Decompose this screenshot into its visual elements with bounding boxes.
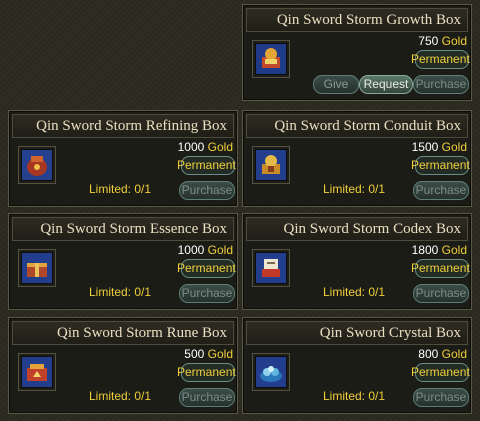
purchase-limit: Limited: 0/1: [89, 182, 152, 196]
request-button[interactable]: Request: [359, 75, 413, 94]
conduit-box-icon[interactable]: [252, 146, 290, 184]
item-title: Qin Sword Storm Codex Box: [246, 217, 468, 241]
item-card-crystal: Qin Sword Crystal Box 800 Gold Permanent…: [242, 317, 472, 414]
item-price: 750 Gold: [418, 34, 467, 48]
purchase-button[interactable]: Purchase: [179, 388, 235, 407]
item-card-conduit: Qin Sword Storm Conduit Box 1500 Gold Pe…: [242, 110, 472, 207]
give-button[interactable]: Give: [313, 75, 359, 94]
crystal-box-icon[interactable]: [252, 353, 290, 391]
item-card-codex: Qin Sword Storm Codex Box 1800 Gold Perm…: [242, 213, 472, 310]
purchase-button[interactable]: Purchase: [413, 75, 469, 94]
item-title: Qin Sword Storm Conduit Box: [246, 114, 468, 138]
purchase-limit: Limited: 0/1: [323, 389, 386, 403]
essence-box-icon[interactable]: [18, 249, 56, 287]
item-price: 500 Gold: [184, 347, 233, 361]
duration-permanent[interactable]: Permanent: [177, 261, 236, 275]
refining-box-icon[interactable]: [18, 146, 56, 184]
duration-permanent[interactable]: Permanent: [177, 365, 236, 379]
codex-box-icon[interactable]: [252, 249, 290, 287]
duration-permanent[interactable]: Permanent: [411, 261, 470, 275]
item-title: Qin Sword Storm Growth Box: [246, 8, 468, 32]
item-price: 1000 Gold: [177, 243, 233, 257]
item-card-growth: Qin Sword Storm Growth Box 750 Gold Perm…: [242, 4, 472, 101]
duration-permanent[interactable]: Permanent: [411, 365, 470, 379]
item-price: 800 Gold: [418, 347, 467, 361]
duration-permanent[interactable]: Permanent: [411, 158, 470, 172]
item-price: 1500 Gold: [411, 140, 467, 154]
purchase-button[interactable]: Purchase: [179, 284, 235, 303]
rune-box-icon[interactable]: [18, 353, 56, 391]
purchase-limit: Limited: 0/1: [89, 285, 152, 299]
duration-permanent[interactable]: Permanent: [177, 158, 236, 172]
item-price: 1000 Gold: [177, 140, 233, 154]
purchase-button[interactable]: Purchase: [179, 181, 235, 200]
purchase-button[interactable]: Purchase: [413, 181, 469, 200]
duration-permanent[interactable]: Permanent: [411, 52, 470, 66]
item-title: Qin Sword Storm Refining Box: [12, 114, 234, 138]
item-price: 1800 Gold: [411, 243, 467, 257]
purchase-limit: Limited: 0/1: [323, 285, 386, 299]
purchase-limit: Limited: 0/1: [323, 182, 386, 196]
item-card-essence: Qin Sword Storm Essence Box 1000 Gold Pe…: [8, 213, 238, 310]
purchase-limit: Limited: 0/1: [89, 389, 152, 403]
growth-box-icon[interactable]: [252, 40, 290, 78]
item-card-refining: Qin Sword Storm Refining Box 1000 Gold P…: [8, 110, 238, 207]
purchase-button[interactable]: Purchase: [413, 284, 469, 303]
purchase-button[interactable]: Purchase: [413, 388, 469, 407]
item-title: Qin Sword Crystal Box: [246, 321, 468, 345]
item-title: Qin Sword Storm Essence Box: [12, 217, 234, 241]
item-card-rune: Qin Sword Storm Rune Box 500 Gold Perman…: [8, 317, 238, 414]
item-title: Qin Sword Storm Rune Box: [12, 321, 234, 345]
